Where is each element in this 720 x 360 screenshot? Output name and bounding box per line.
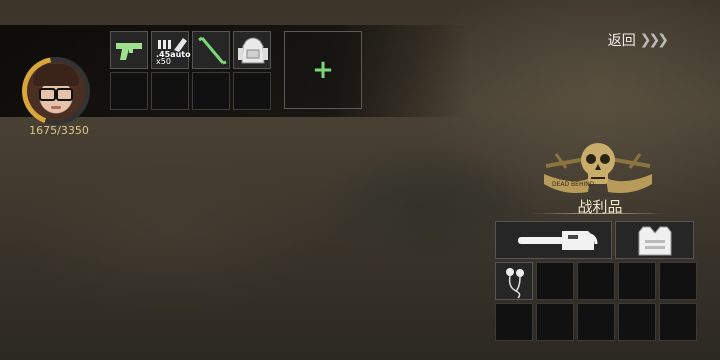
hp-readout: 1675/3350 <box>29 124 89 137</box>
inventory-slot-ammo[interactable]: .45auto x50 <box>151 31 191 69</box>
inventory-slot-empty[interactable] <box>192 72 230 110</box>
loot-slot-empty[interactable] <box>577 262 615 300</box>
loot-slot-empty[interactable] <box>659 303 697 341</box>
loot-slot-vest[interactable] <box>615 221 694 259</box>
loot-row <box>495 262 697 300</box>
emblem-text: DEAD BEHIND <box>552 181 595 188</box>
add-slot-button[interactable]: + <box>284 31 362 109</box>
pistol-icon <box>116 43 142 60</box>
loot-grid <box>495 221 699 343</box>
inventory-slot-backpack[interactable] <box>233 31 271 69</box>
crowbar-icon <box>198 36 227 65</box>
inventory-slot-empty[interactable] <box>151 72 189 110</box>
backpack-icon <box>238 37 268 64</box>
skull-emblem-icon: DEAD BEHIND <box>544 143 652 193</box>
loot-slot-empty[interactable] <box>536 262 574 300</box>
loot-row <box>495 303 697 341</box>
loot-slot-empty[interactable] <box>536 303 574 341</box>
inventory-slot-pistol[interactable] <box>110 31 148 69</box>
loot-slot-empty[interactable] <box>495 303 533 341</box>
loot-slot-earphones[interactable] <box>495 262 533 300</box>
loot-slot-empty[interactable] <box>659 262 697 300</box>
inventory-slot-empty[interactable] <box>233 72 271 110</box>
plus-icon: + <box>312 55 334 85</box>
loot-divider <box>532 213 666 214</box>
back-label: 返回 <box>607 33 636 49</box>
loot-slot-empty[interactable] <box>577 303 615 341</box>
inventory-slot-crowbar[interactable] <box>192 31 230 69</box>
loot-row <box>495 221 694 259</box>
inventory-grid: .45auto x50 <box>110 31 271 110</box>
loot-slot-empty[interactable] <box>618 262 656 300</box>
inventory-slot-empty[interactable] <box>110 72 148 110</box>
loot-slot-empty[interactable] <box>618 303 656 341</box>
chainsaw-icon <box>518 231 598 250</box>
earphones-icon <box>506 268 524 299</box>
player-avatar[interactable] <box>22 57 90 125</box>
avatar-portrait-icon <box>27 62 85 120</box>
body-armor-vest-icon <box>638 226 672 256</box>
triple-chevron-right-icon: ❯❯❯ <box>639 32 669 48</box>
ammo-quantity: x50 <box>156 57 171 66</box>
back-button[interactable]: 返回 ❯❯❯ <box>607 30 669 50</box>
loot-slot-chainsaw[interactable] <box>495 221 612 259</box>
